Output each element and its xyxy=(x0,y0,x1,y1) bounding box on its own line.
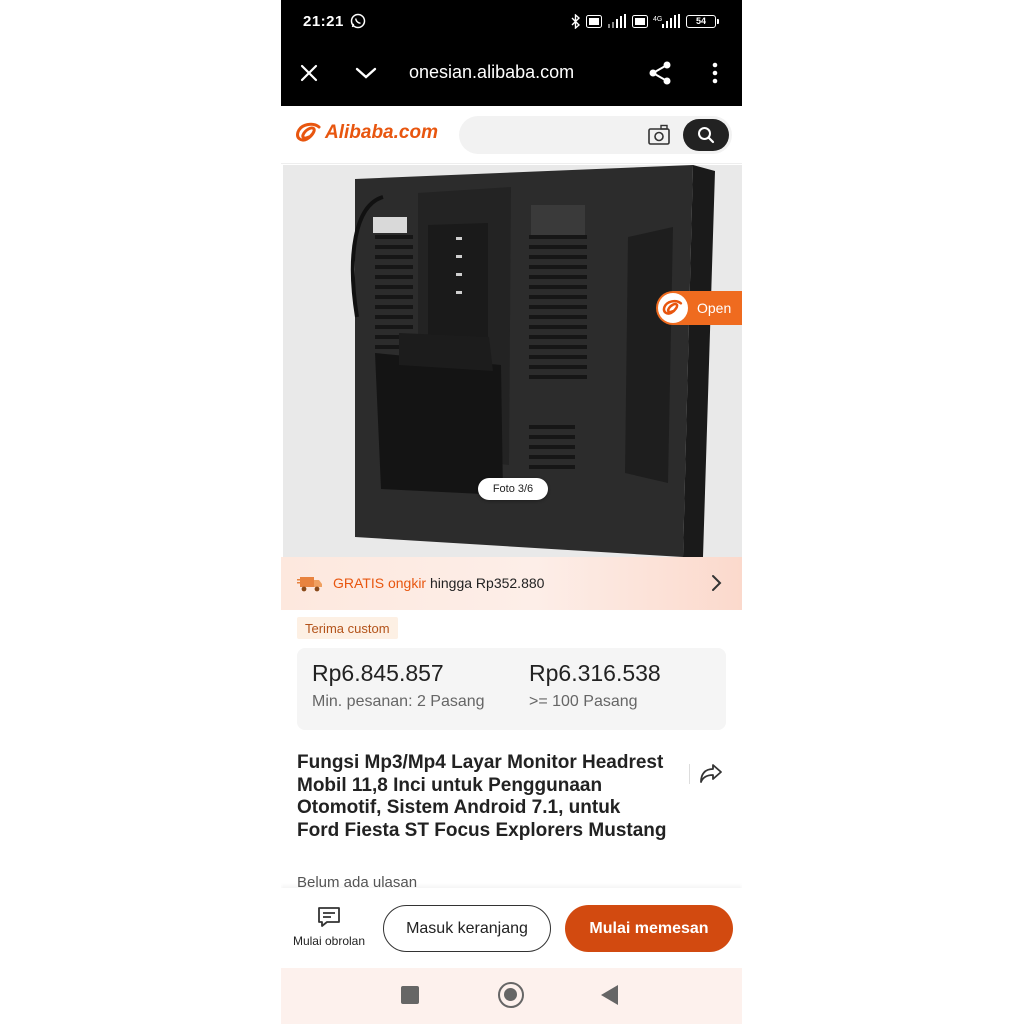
share-icon[interactable] xyxy=(648,60,672,86)
phone-screen: 21:21 4G 54 onesian.alibaba.com Alibaba.… xyxy=(281,0,742,1024)
search-button[interactable] xyxy=(683,119,729,151)
forward-share-icon[interactable] xyxy=(699,762,723,784)
price-value: Rp6.845.857 xyxy=(312,660,444,686)
signal-4g-icon: 4G xyxy=(653,14,680,28)
url-bar[interactable]: onesian.alibaba.com xyxy=(409,62,609,83)
logo-text: Alibaba.com xyxy=(325,122,438,143)
custom-tag: Terima custom xyxy=(297,617,398,639)
home-button[interactable] xyxy=(498,982,524,1008)
free-shipping-banner[interactable]: GRATIS ongkir hingga Rp352.880 xyxy=(281,557,742,610)
start-order-button[interactable]: Mulai memesan xyxy=(565,905,733,952)
chat-label: Mulai obrolan xyxy=(292,934,366,948)
whatsapp-icon xyxy=(350,13,366,29)
price-qty: Min. pesanan: 2 Pasang xyxy=(312,693,485,710)
volte-icon xyxy=(586,14,602,28)
more-icon[interactable] xyxy=(710,62,720,84)
search-input[interactable] xyxy=(473,126,633,142)
add-to-cart-button[interactable]: Masuk keranjang xyxy=(383,905,551,952)
price-value: Rp6.316.538 xyxy=(529,660,661,686)
chevron-down-icon[interactable] xyxy=(355,64,377,82)
chat-icon xyxy=(318,907,340,927)
open-app-badge[interactable]: Open xyxy=(656,291,742,325)
android-nav-bar xyxy=(281,968,742,1024)
product-photo[interactable]: Foto 3/6 xyxy=(283,165,742,557)
search-box[interactable] xyxy=(459,116,732,154)
chevron-right-icon[interactable] xyxy=(710,574,722,592)
shipping-highlight: GRATIS ongkir xyxy=(333,575,427,591)
product-title: Fungsi Mp3/Mp4 Layar Monitor Headrest Mo… xyxy=(297,752,667,841)
chat-button[interactable]: Mulai obrolan xyxy=(287,906,371,956)
price-qty: >= 100 Pasang xyxy=(529,693,638,710)
close-icon[interactable] xyxy=(299,63,319,83)
volte-icon-2 xyxy=(632,14,648,28)
recents-button[interactable] xyxy=(401,986,419,1004)
battery-indicator: 54 xyxy=(686,14,719,28)
status-icons: 4G 54 xyxy=(571,13,719,29)
status-bar: 21:21 4G 54 xyxy=(281,0,742,44)
status-time: 21:21 xyxy=(303,13,344,30)
search-icon xyxy=(698,127,715,144)
shipping-limit: hingga Rp352.880 xyxy=(426,575,545,591)
alibaba-logo[interactable]: Alibaba.com xyxy=(295,122,438,144)
truck-icon xyxy=(297,577,322,592)
divider xyxy=(689,764,690,784)
site-header: Alibaba.com xyxy=(281,106,742,164)
signal-icon xyxy=(608,14,626,28)
open-label: Open xyxy=(697,300,732,316)
alibaba-app-icon xyxy=(658,293,688,323)
svg-text:4G: 4G xyxy=(653,16,662,23)
camera-icon[interactable] xyxy=(647,124,671,146)
shipping-text: GRATIS ongkir hingga Rp352.880 xyxy=(333,575,544,591)
alibaba-mark-icon xyxy=(296,122,321,142)
photo-counter: Foto 3/6 xyxy=(478,478,548,500)
price-tier-1: Rp6.845.857 Min. pesanan: 2 Pasang xyxy=(312,660,485,711)
bottom-action-bar: Mulai obrolan Masuk keranjang Mulai meme… xyxy=(281,888,742,968)
price-tier-2: Rp6.316.538 >= 100 Pasang xyxy=(529,660,661,711)
price-tiers: Rp6.845.857 Min. pesanan: 2 Pasang Rp6.3… xyxy=(297,648,726,730)
browser-toolbar: onesian.alibaba.com xyxy=(281,44,742,106)
bluetooth-icon xyxy=(571,13,581,29)
back-button[interactable] xyxy=(601,985,618,1005)
